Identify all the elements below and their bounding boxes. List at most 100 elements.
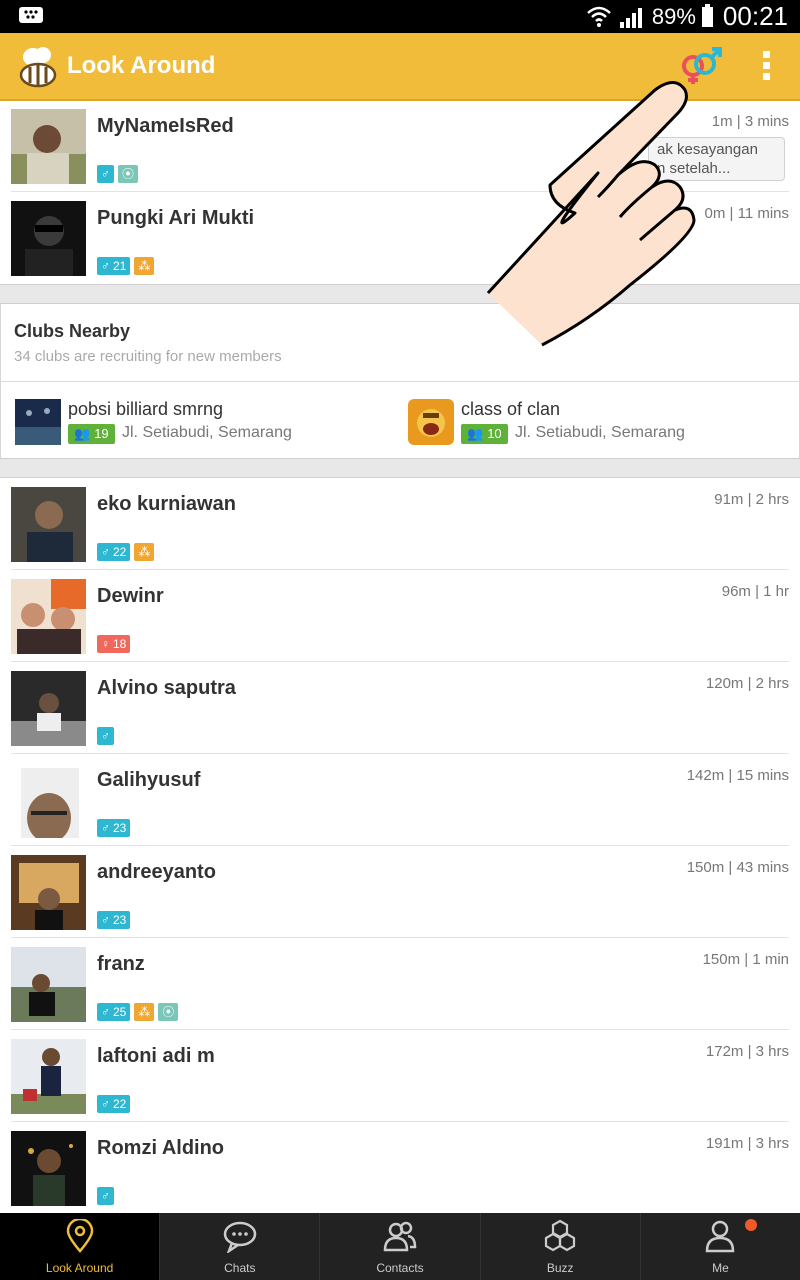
person-icon: [706, 1220, 735, 1253]
age-text: 22: [113, 545, 127, 559]
group-icon: ⁂: [138, 259, 151, 273]
person-name: Romzi Aldino: [97, 1137, 225, 1159]
male-badge: ♂ 22: [97, 543, 131, 561]
avatar: [11, 855, 86, 930]
badge-group: ♂ 23: [97, 819, 131, 837]
avatar: [11, 1131, 86, 1206]
club-item[interactable]: pobsi billiard smrng 👥 19 Jl. Setiabudi, …: [15, 399, 400, 445]
chat-bubble-icon: [223, 1221, 257, 1253]
notification-dot: [745, 1219, 757, 1231]
male-icon: ♂: [101, 167, 110, 181]
tab-contacts[interactable]: Contacts: [320, 1213, 481, 1280]
person-name: franz: [97, 953, 145, 975]
list-item[interactable]: laftoni adi m 172m | 3 hrs ♂ 22: [0, 1030, 800, 1122]
club-location: Jl. Setiabudi, Semarang: [515, 424, 685, 441]
avatar: [11, 109, 86, 184]
age-text: 18: [113, 637, 127, 651]
male-icon: ♂: [101, 545, 110, 559]
location-pin-icon: [66, 1219, 93, 1253]
person-name: Galihyusuf: [97, 769, 201, 791]
members-icon: 👥: [74, 426, 91, 441]
list-item[interactable]: Galihyusuf 142m | 15 mins ♂ 23: [0, 754, 800, 846]
person-name: Alvino saputra: [97, 677, 236, 699]
person-name: eko kurniawan: [97, 493, 236, 515]
avatar: [11, 487, 86, 562]
badge-group: ♂ 22: [97, 1095, 131, 1113]
male-badge: ♂ 23: [97, 911, 131, 929]
status-message-line: n setelah...: [657, 160, 731, 177]
app-bar: Look Around: [0, 33, 800, 101]
distance-time: 96m | 1 hr: [721, 583, 789, 600]
badge-group: ♂ 21 ⁂: [97, 257, 155, 275]
person-name: andreeyanto: [97, 861, 216, 883]
list-item[interactable]: franz 150m | 1 min ♂ 25 ⁂ ⦿: [0, 938, 800, 1030]
list-item[interactable]: eko kurniawan 91m | 2 hrs ♂ 22 ⁂: [0, 478, 800, 570]
list-item[interactable]: Romzi Aldino 191m | 3 hrs ♂: [0, 1122, 800, 1214]
male-badge: ♂: [97, 727, 114, 745]
male-icon: ♂: [101, 259, 110, 273]
list-item[interactable]: Dewinr 96m | 1 hr ♀ 18: [0, 570, 800, 662]
badge-group: ♂ 23: [97, 911, 131, 929]
badge-group: ♂ 22 ⁂: [97, 543, 155, 561]
clubs-nearby-card[interactable]: Clubs Nearby 34 clubs are recruiting for…: [0, 304, 800, 458]
avatar: [11, 947, 86, 1022]
list-item[interactable]: Pungki Ari Mukti 0m | 11 mins ♂ 21 ⁂: [0, 192, 800, 284]
male-badge: ♂ 23: [97, 819, 131, 837]
male-badge: ♂ 21: [97, 257, 131, 275]
avatar: [11, 579, 86, 654]
avatar: [11, 671, 86, 746]
person-name: laftoni adi m: [97, 1045, 215, 1067]
member-count-badge: 👥 19: [68, 424, 115, 444]
section-gap: [0, 284, 800, 304]
club-item[interactable]: class of clan 👥 10 Jl. Setiabudi, Semaran…: [408, 399, 793, 445]
member-count-badge: 👥 10: [461, 424, 508, 444]
tab-me[interactable]: Me: [641, 1213, 800, 1280]
female-badge: ♀ 18: [97, 635, 131, 653]
member-count: 19: [94, 426, 109, 441]
avatar: [11, 763, 86, 838]
group-badge: ⁂: [134, 543, 155, 561]
female-icon: ♀: [101, 637, 110, 651]
male-icon: ♂: [101, 1005, 110, 1019]
person-name: Dewinr: [97, 585, 164, 607]
location-badge: ⦿: [158, 1003, 179, 1021]
club-name: class of clan: [461, 399, 561, 419]
clubs-title: Clubs Nearby: [14, 321, 131, 341]
distance-time: 172m | 3 hrs: [705, 1043, 789, 1060]
clock: 00:21: [722, 1, 788, 31]
people-list: MyNameIsRed 1m | 3 mins ♂ ⦿ Pungki Ari M…: [0, 100, 800, 1214]
location-icon: ⦿: [122, 167, 135, 181]
page-title: Look Around: [67, 52, 216, 79]
status-message-line: ak kesayangan: [657, 141, 758, 158]
bbm-logo-icon[interactable]: [16, 45, 60, 89]
list-item[interactable]: Alvino saputra 120m | 2 hrs ♂: [0, 662, 800, 754]
badge-group: ♂: [97, 1187, 114, 1205]
club-thumbnail: [15, 399, 61, 445]
tab-buzz[interactable]: Buzz: [481, 1213, 641, 1280]
section-gap: [0, 458, 800, 478]
club-thumbnail: [408, 399, 454, 445]
gender-filter-icon[interactable]: [676, 46, 724, 86]
male-badge: ♂: [97, 165, 114, 183]
distance-time: 0m | 11 mins: [704, 205, 789, 222]
location-icon: ⦿: [162, 1005, 175, 1019]
distance-time: 142m | 15 mins: [686, 767, 789, 784]
overflow-menu-icon[interactable]: [750, 47, 782, 87]
group-badge: ⁂: [134, 1003, 155, 1021]
contacts-icon: [383, 1221, 417, 1252]
tab-look-around[interactable]: Look Around: [0, 1213, 161, 1280]
tab-label: Chats: [224, 1261, 256, 1275]
clubs-subtitle: 34 clubs are recruiting for new members: [14, 348, 282, 365]
tab-chats[interactable]: Chats: [160, 1213, 321, 1280]
male-icon: ♂: [101, 1097, 110, 1111]
male-badge: ♂: [97, 1187, 114, 1205]
list-item[interactable]: andreeyanto 150m | 43 mins ♂ 23: [0, 846, 800, 938]
distance-time: 91m | 2 hrs: [714, 491, 789, 508]
distance-time: 120m | 2 hrs: [705, 675, 789, 692]
male-icon: ♂: [101, 1189, 110, 1203]
members-icon: 👥: [467, 426, 484, 441]
status-bar: 89% 00:21: [0, 0, 800, 33]
male-icon: ♂: [101, 729, 110, 743]
distance-time: 1m | 3 mins: [711, 113, 789, 130]
tab-label: Look Around: [45, 1261, 114, 1275]
